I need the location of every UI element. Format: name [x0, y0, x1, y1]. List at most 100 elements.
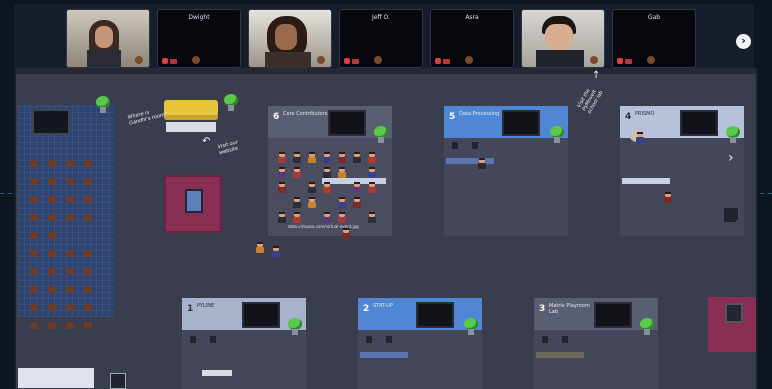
- room-screen: [680, 110, 718, 136]
- user-avatar[interactable]: [278, 212, 286, 223]
- room-number: 2: [363, 304, 370, 314]
- where-note: Where is Gandhi's room?: [127, 109, 168, 127]
- user-avatar[interactable]: [368, 212, 376, 223]
- video-tile-5[interactable]: Asra: [430, 9, 514, 68]
- chevron-right-icon[interactable]: ›: [728, 150, 734, 166]
- avatar-icon: [465, 56, 473, 64]
- info-rug: [164, 175, 222, 233]
- room-number: 1: [187, 304, 194, 314]
- user-avatar[interactable]: [664, 192, 672, 203]
- user-avatar[interactable]: [342, 228, 350, 239]
- chair: [84, 268, 92, 275]
- info-board: [18, 368, 94, 388]
- chair: [48, 304, 56, 311]
- user-avatar[interactable]: [478, 158, 486, 169]
- user-avatar[interactable]: [272, 246, 280, 257]
- chair: [48, 196, 56, 203]
- user-avatar[interactable]: [323, 152, 331, 163]
- user-avatar[interactable]: [338, 152, 346, 163]
- room-screen: [502, 110, 540, 136]
- chair: [84, 196, 92, 203]
- chair: [84, 304, 92, 311]
- room-3[interactable]: 3 Matrix Playroom Lab: [534, 298, 658, 389]
- user-avatar[interactable]: [338, 167, 346, 178]
- video-tile-4[interactable]: Jeff O.: [339, 9, 423, 68]
- visit-website-note: Visit our website: [217, 139, 239, 157]
- camera-off-icon: [625, 59, 632, 64]
- user-avatar[interactable]: [278, 152, 286, 163]
- room-label: Core Contributors: [283, 111, 328, 117]
- chair: [66, 178, 74, 185]
- video-tile-2[interactable]: Dwight: [157, 9, 241, 68]
- chair: [66, 286, 74, 293]
- stool: [190, 336, 196, 343]
- user-avatar[interactable]: [256, 242, 264, 253]
- user-avatar[interactable]: [323, 167, 331, 178]
- user-avatar[interactable]: [293, 152, 301, 163]
- video-tile-6[interactable]: [521, 9, 605, 68]
- desk: [360, 352, 408, 358]
- plant-icon: [550, 126, 564, 144]
- chair: [30, 232, 38, 239]
- app-window: Dwight Jeff O. Asra Gab › Where is Gandh…: [0, 0, 772, 389]
- user-avatar[interactable]: [636, 132, 644, 143]
- user-avatar[interactable]: [338, 212, 346, 223]
- room-label: Data Processing: [459, 111, 500, 117]
- user-avatar[interactable]: [353, 182, 361, 193]
- user-avatar[interactable]: [278, 182, 286, 193]
- user-avatar[interactable]: [353, 152, 361, 163]
- desk: [622, 178, 670, 184]
- stool: [386, 336, 392, 343]
- chair: [84, 286, 92, 293]
- avatar-icon: [374, 56, 382, 64]
- chair: [48, 160, 56, 167]
- user-avatar[interactable]: [308, 182, 316, 193]
- user-avatar[interactable]: [293, 212, 301, 223]
- camera-off-icon: [352, 59, 359, 64]
- user-avatar[interactable]: [368, 167, 376, 178]
- user-avatar[interactable]: [338, 197, 346, 208]
- plant-icon: [96, 96, 110, 114]
- participant-name: Gab: [647, 14, 661, 21]
- video-tile-1[interactable]: [66, 9, 150, 68]
- user-avatar[interactable]: [353, 197, 361, 208]
- plant-icon: [464, 318, 478, 336]
- mic-muted-icon: [162, 58, 168, 64]
- room-screen: [416, 302, 454, 328]
- info-kiosk[interactable]: [185, 189, 203, 213]
- user-avatar[interactable]: [293, 167, 301, 178]
- room-5[interactable]: 5 Data Processing: [444, 106, 568, 236]
- user-avatar[interactable]: [293, 197, 301, 208]
- user-avatar[interactable]: [308, 152, 316, 163]
- user-avatar[interactable]: [278, 167, 286, 178]
- user-avatar[interactable]: [368, 152, 376, 163]
- room-number: 6: [273, 112, 280, 122]
- info-kiosk[interactable]: [725, 303, 743, 323]
- stool: [366, 336, 372, 343]
- up-arrow-icon: ↑: [592, 70, 601, 81]
- stool: [562, 336, 568, 343]
- lounge-sofa: [164, 100, 218, 120]
- room-number: 3: [539, 304, 546, 314]
- user-avatar[interactable]: [323, 182, 331, 193]
- desk: [536, 352, 584, 358]
- participant-name: Asra: [465, 14, 479, 21]
- office-map[interactable]: Where is Gandhi's room? Visit our websit…: [14, 68, 758, 389]
- chair: [48, 214, 56, 221]
- chair: [48, 268, 56, 275]
- camera-off-icon: [170, 59, 177, 64]
- video-tile-7[interactable]: Gab: [612, 9, 696, 68]
- chair: [30, 250, 38, 257]
- room-label: PRISMO: [635, 111, 655, 117]
- user-avatar[interactable]: [323, 212, 331, 223]
- lounge-table: [166, 122, 216, 132]
- chair: [30, 322, 38, 329]
- plant-icon: [726, 126, 740, 144]
- video-tile-3[interactable]: [248, 9, 332, 68]
- next-participants-button[interactable]: ›: [736, 34, 751, 49]
- user-avatar[interactable]: [368, 182, 376, 193]
- room-2[interactable]: 2 STAT-UP: [358, 298, 482, 389]
- room-1[interactable]: 1 PYLINE: [182, 298, 306, 389]
- user-avatar[interactable]: [308, 197, 316, 208]
- camera-off-icon: [443, 59, 450, 64]
